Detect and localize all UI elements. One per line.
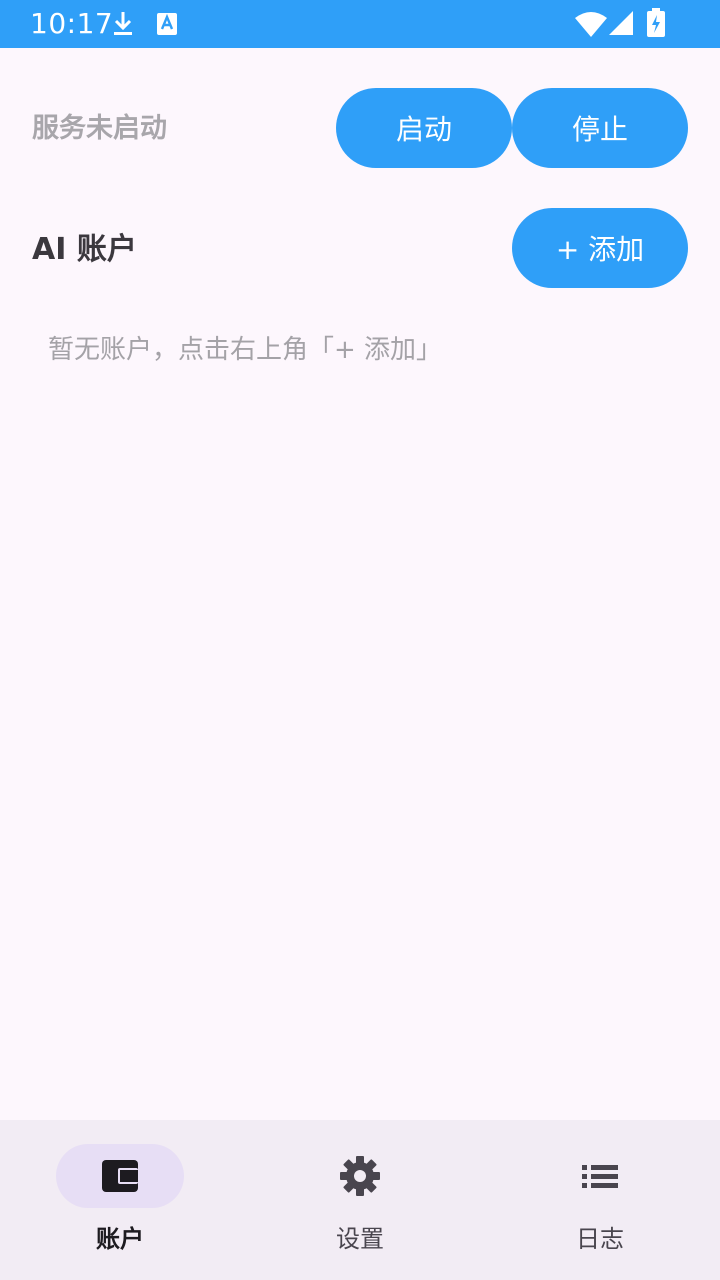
service-status-text: 服务未启动 bbox=[32, 113, 167, 144]
accounts-title: AI 账户 bbox=[32, 232, 137, 267]
bottom-navigation: 账户 设置 日志 bbox=[0, 1120, 720, 1280]
download-icon bbox=[114, 12, 132, 35]
start-button[interactable]: 启动 bbox=[336, 88, 512, 168]
status-time: 10:17 bbox=[30, 7, 114, 40]
wifi-icon bbox=[575, 12, 607, 37]
cell-signal-icon bbox=[609, 11, 633, 35]
gear-icon bbox=[340, 1156, 380, 1196]
text-a-icon bbox=[157, 13, 177, 35]
nav-label-accounts: 账户 bbox=[96, 1225, 144, 1253]
battery-charging-icon bbox=[647, 8, 665, 37]
stop-button[interactable]: 停止 bbox=[512, 88, 688, 168]
nav-label-settings: 设置 bbox=[336, 1225, 384, 1253]
nav-item-accounts[interactable]: 账户 bbox=[0, 1120, 240, 1280]
nav-item-settings[interactable]: 设置 bbox=[240, 1120, 480, 1280]
nav-item-logs[interactable]: 日志 bbox=[480, 1120, 720, 1280]
nav-label-logs: 日志 bbox=[576, 1225, 624, 1253]
add-account-button[interactable]: + 添加 bbox=[512, 208, 688, 288]
empty-accounts-hint: 暂无账户，点击右上角「+ 添加」 bbox=[48, 335, 443, 365]
status-bar: 10:17 bbox=[0, 0, 720, 48]
wallet-icon bbox=[102, 1160, 138, 1192]
list-icon bbox=[582, 1165, 618, 1188]
